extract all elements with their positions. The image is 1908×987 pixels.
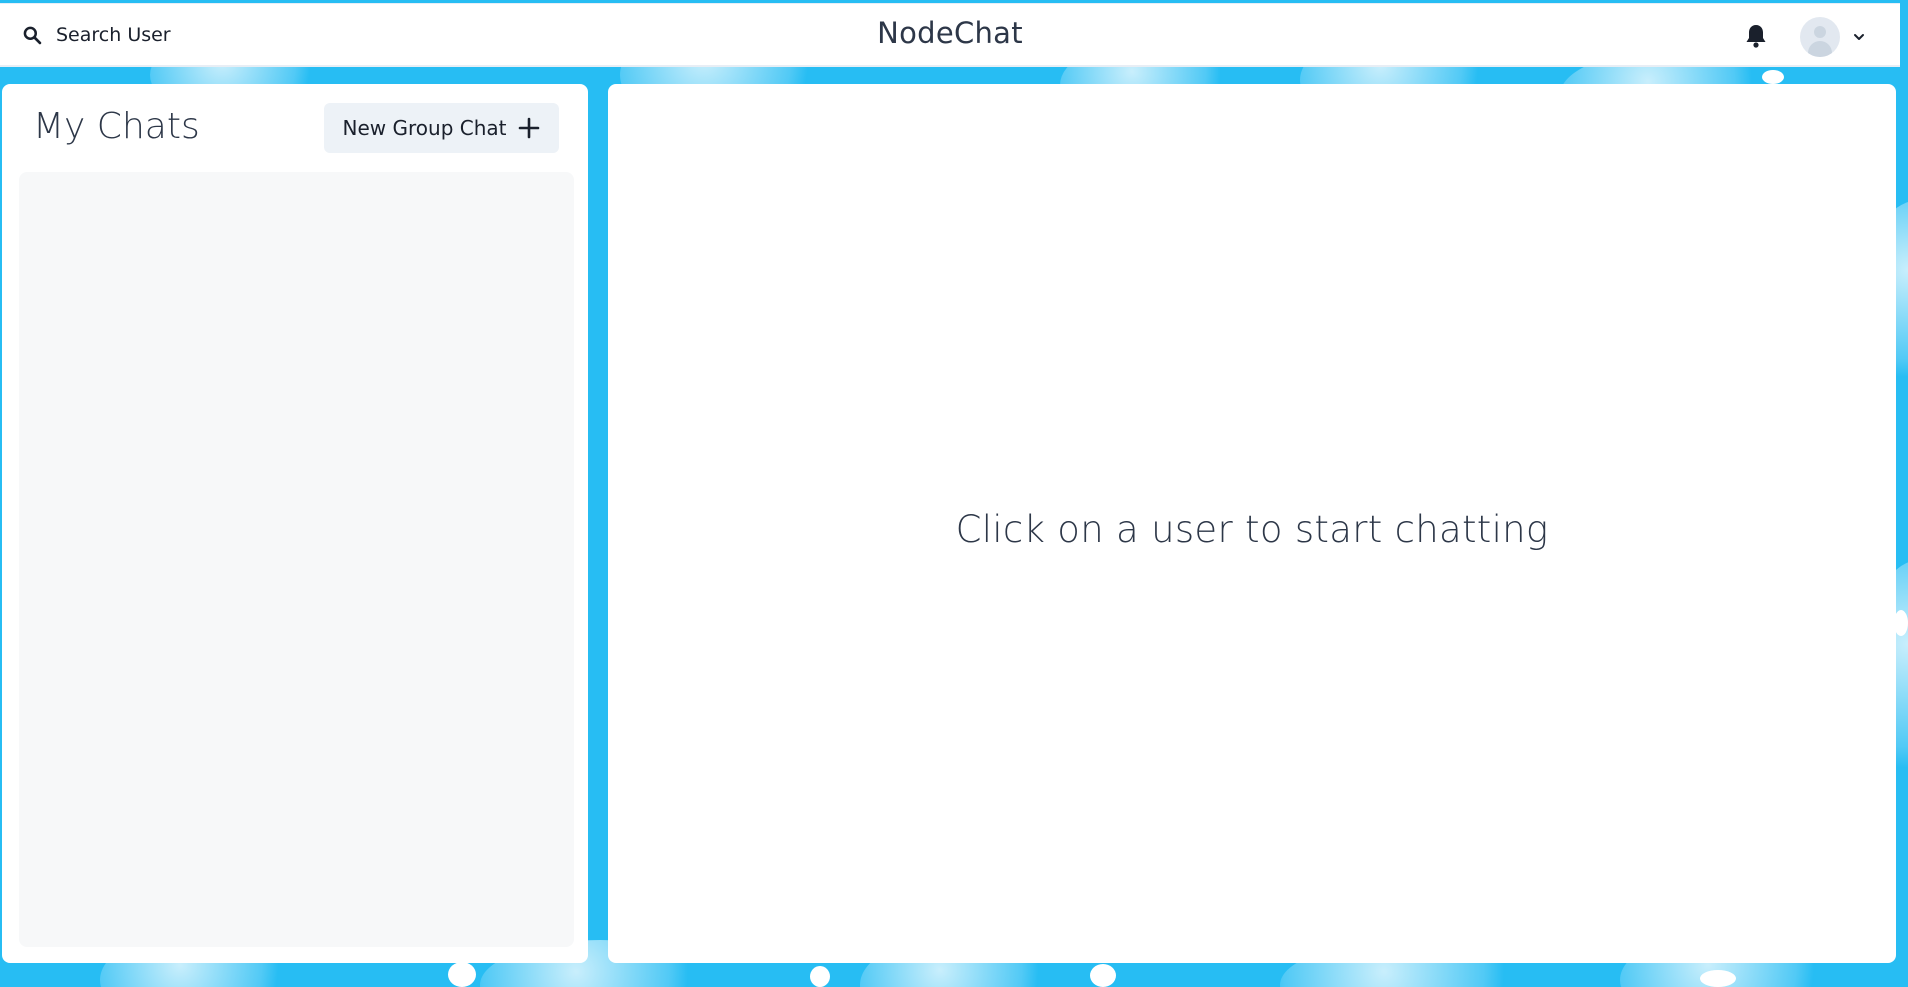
chat-panel: Click on a user to start chatting xyxy=(608,84,1896,963)
search-user-label: Search User xyxy=(56,24,171,46)
my-chats-panel: My Chats New Group Chat xyxy=(2,84,588,963)
my-chats-title: My Chats xyxy=(33,106,200,147)
new-group-chat-label: New Group Chat xyxy=(342,116,507,140)
search-icon xyxy=(23,26,42,45)
chevron-down-icon xyxy=(1854,34,1864,40)
chat-list xyxy=(19,172,574,947)
top-bar: Search User NodeChat xyxy=(0,3,1900,65)
app-title: NodeChat xyxy=(877,16,1023,50)
empty-chat-message: Click on a user to start chatting xyxy=(955,508,1549,551)
avatar xyxy=(1800,17,1840,57)
profile-menu-button[interactable] xyxy=(1800,17,1866,57)
plus-icon xyxy=(519,117,540,139)
search-user-button[interactable]: Search User xyxy=(22,18,171,52)
new-group-chat-button[interactable]: New Group Chat xyxy=(324,103,559,153)
bell-icon[interactable] xyxy=(1744,23,1768,49)
